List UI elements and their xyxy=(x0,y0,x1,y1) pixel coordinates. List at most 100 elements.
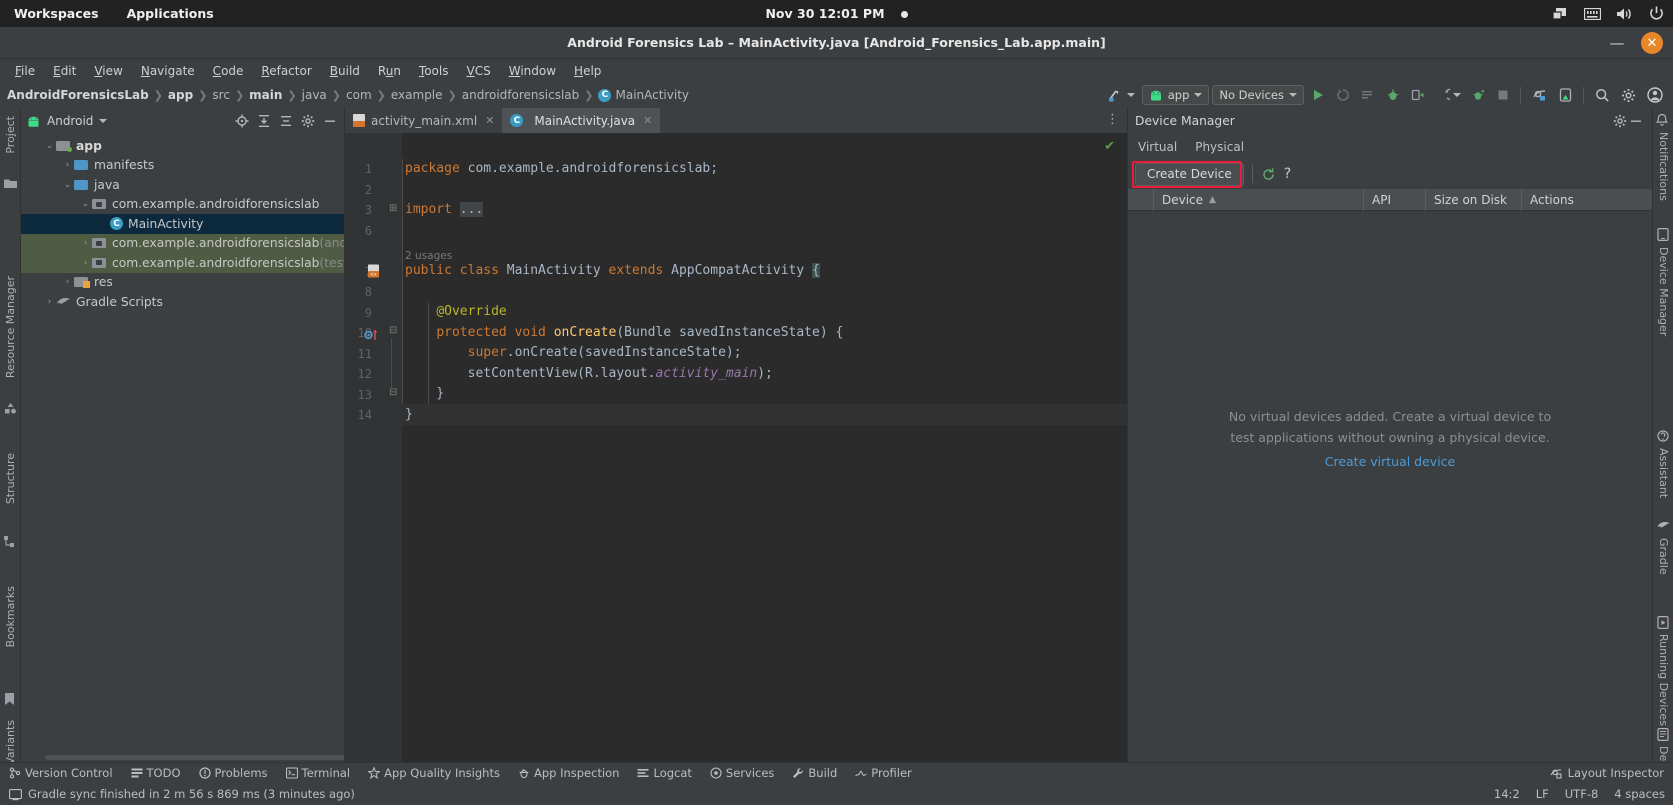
menu-navigate[interactable]: Navigate xyxy=(132,64,204,78)
column-header-api[interactable]: API xyxy=(1364,188,1426,211)
breadcrumb-item-2[interactable]: src xyxy=(212,88,230,102)
more-options-icon[interactable]: ⋮ xyxy=(1106,112,1120,127)
menu-tools[interactable]: Tools xyxy=(410,64,458,78)
attach-debugger-icon[interactable] xyxy=(1432,85,1465,105)
gradle-sync-icon[interactable] xyxy=(1103,85,1139,105)
menu-window[interactable]: Window xyxy=(500,64,565,78)
tree-item-mainactivity[interactable]: C MainActivity xyxy=(21,214,344,234)
chevron-down-icon[interactable]: ⌄ xyxy=(43,141,56,151)
status-item-app-quality-insights[interactable]: App Quality Insights xyxy=(359,766,509,780)
stop-button[interactable] xyxy=(1493,85,1513,105)
debug-icon[interactable] xyxy=(1382,85,1404,105)
sidebar-item-running-devices[interactable]: Running Devices xyxy=(1657,634,1670,726)
expand-all-icon[interactable] xyxy=(257,114,273,128)
sidebar-item-resource-manager[interactable]: Resource Manager xyxy=(4,276,17,378)
run-with-coverage-icon[interactable] xyxy=(1468,85,1490,105)
status-item-logcat[interactable]: Logcat xyxy=(628,766,700,780)
status-item-problems[interactable]: Problems xyxy=(190,766,277,780)
breadcrumb-item-8[interactable]: MainActivity xyxy=(615,88,689,102)
sidebar-item-project[interactable]: Project xyxy=(4,116,17,154)
device-mirroring-icon[interactable] xyxy=(1555,85,1576,105)
chevron-right-icon[interactable]: › xyxy=(79,238,92,248)
volume-icon[interactable] xyxy=(1615,5,1633,23)
apply-code-changes-icon[interactable] xyxy=(1357,85,1379,105)
os-applications-menu[interactable]: Applications xyxy=(113,6,228,21)
layout-inspector-icon[interactable] xyxy=(1528,85,1552,105)
project-horizontal-scrollbar[interactable] xyxy=(45,755,344,760)
settings-icon[interactable] xyxy=(301,114,317,128)
tree-item-res[interactable]: › res xyxy=(21,273,344,293)
chevron-right-icon[interactable]: › xyxy=(79,258,92,268)
status-item-layout-inspector[interactable]: Layout Inspector xyxy=(1550,766,1664,780)
close-button[interactable]: ✕ xyxy=(1641,32,1663,54)
project-folder-icon[interactable] xyxy=(4,178,17,191)
column-header-actions[interactable]: Actions xyxy=(1522,189,1652,211)
create-virtual-device-link[interactable]: Create virtual device xyxy=(1325,454,1456,469)
menu-refactor[interactable]: Refactor xyxy=(252,64,320,78)
tab-mainactivity-java[interactable]: C MainActivity.java ✕ xyxy=(502,108,661,133)
chevron-right-icon[interactable]: › xyxy=(61,160,74,170)
project-view-label[interactable]: Android xyxy=(47,114,93,128)
chevron-down-icon[interactable] xyxy=(99,119,108,123)
sidebar-item-bookmarks[interactable]: Bookmarks xyxy=(4,586,17,647)
line-separator[interactable]: LF xyxy=(1536,787,1549,801)
status-item-build[interactable]: Build xyxy=(783,766,846,780)
resource-manager-icon[interactable] xyxy=(4,403,17,416)
settings-icon[interactable] xyxy=(1613,114,1629,128)
device-file-explorer-icon[interactable] xyxy=(1657,728,1670,741)
tab-activity-main-xml[interactable]: activity_main.xml ✕ xyxy=(345,108,502,133)
tree-item-manifests[interactable]: › manifests xyxy=(21,156,344,176)
close-icon[interactable]: ✕ xyxy=(485,114,494,127)
apply-changes-icon[interactable] xyxy=(1332,85,1354,105)
menu-file[interactable]: File xyxy=(6,64,44,78)
chevron-down-icon[interactable] xyxy=(1126,93,1135,97)
fold-expand-icon[interactable]: ⊞ xyxy=(389,203,397,214)
fold-collapse-icon[interactable]: ⊟ xyxy=(389,325,397,336)
tree-item-app[interactable]: ⌄ app xyxy=(21,136,344,156)
chevron-right-icon[interactable]: › xyxy=(43,297,56,307)
notifications-bell-icon[interactable] xyxy=(1656,114,1669,127)
menu-run[interactable]: Run xyxy=(369,64,410,78)
tree-item-package-androidtest[interactable]: › com.example.androidforensicslab (andro… xyxy=(21,233,344,253)
keyboard-icon[interactable] xyxy=(1583,5,1601,23)
editor-gutter[interactable]: 1 2 3 6 7 8 9 10 11 12 13 14 <> xyxy=(345,133,402,762)
sidebar-item-structure[interactable]: Structure xyxy=(4,453,17,504)
status-item-version-control[interactable]: Version Control xyxy=(0,766,122,780)
sidebar-item-notifications[interactable]: Notifications xyxy=(1657,132,1670,201)
tab-physical[interactable]: Physical xyxy=(1195,140,1244,154)
breadcrumb-item-6[interactable]: example xyxy=(391,88,443,102)
sidebar-item-device-manager[interactable]: Device Manager xyxy=(1657,247,1670,336)
menu-build[interactable]: Build xyxy=(321,64,369,78)
device-manager-icon[interactable] xyxy=(1657,228,1670,241)
hide-panel-icon[interactable] xyxy=(1629,114,1645,128)
settings-icon[interactable] xyxy=(1617,85,1640,105)
profile-icon[interactable] xyxy=(1407,85,1429,105)
column-header-size[interactable]: Size on Disk xyxy=(1426,188,1522,211)
indent-setting[interactable]: 4 spaces xyxy=(1614,787,1665,801)
breadcrumb-item-5[interactable]: com xyxy=(346,88,372,102)
status-item-app-inspection[interactable]: App Inspection xyxy=(509,766,629,780)
gradle-icon[interactable] xyxy=(1657,520,1670,533)
help-icon[interactable]: ? xyxy=(1284,166,1291,182)
assistant-icon[interactable] xyxy=(1657,430,1670,443)
file-encoding[interactable]: UTF-8 xyxy=(1565,787,1599,801)
code-editor[interactable]: 1 2 3 6 7 8 9 10 11 12 13 14 <> xyxy=(345,133,1127,762)
breadcrumb-item-3[interactable]: main xyxy=(249,88,282,102)
chevron-down-icon[interactable]: ⌄ xyxy=(79,199,92,209)
caret-position[interactable]: 14:2 xyxy=(1494,787,1520,801)
tree-item-package-main[interactable]: ⌄ com.example.androidforensicslab xyxy=(21,195,344,215)
status-item-profiler[interactable]: Profiler xyxy=(846,766,921,780)
search-icon[interactable] xyxy=(1591,85,1614,105)
minimize-button[interactable]: — xyxy=(1609,35,1625,51)
hide-panel-icon[interactable] xyxy=(323,114,339,128)
device-selector[interactable]: No Devices xyxy=(1212,85,1304,105)
tree-item-package-test[interactable]: › com.example.androidforensicslab (test) xyxy=(21,253,344,273)
sidebar-item-assistant[interactable]: Assistant xyxy=(1657,448,1670,498)
status-item-services[interactable]: Services xyxy=(701,766,784,780)
os-workspaces-menu[interactable]: Workspaces xyxy=(0,6,113,21)
status-item-todo[interactable]: TODO xyxy=(122,766,190,780)
bookmarks-icon[interactable] xyxy=(4,693,17,706)
menu-view[interactable]: View xyxy=(85,64,131,78)
sidebar-item-gradle[interactable]: Gradle xyxy=(1657,538,1670,575)
breadcrumb-item-0[interactable]: AndroidForensicsLab xyxy=(7,88,149,102)
